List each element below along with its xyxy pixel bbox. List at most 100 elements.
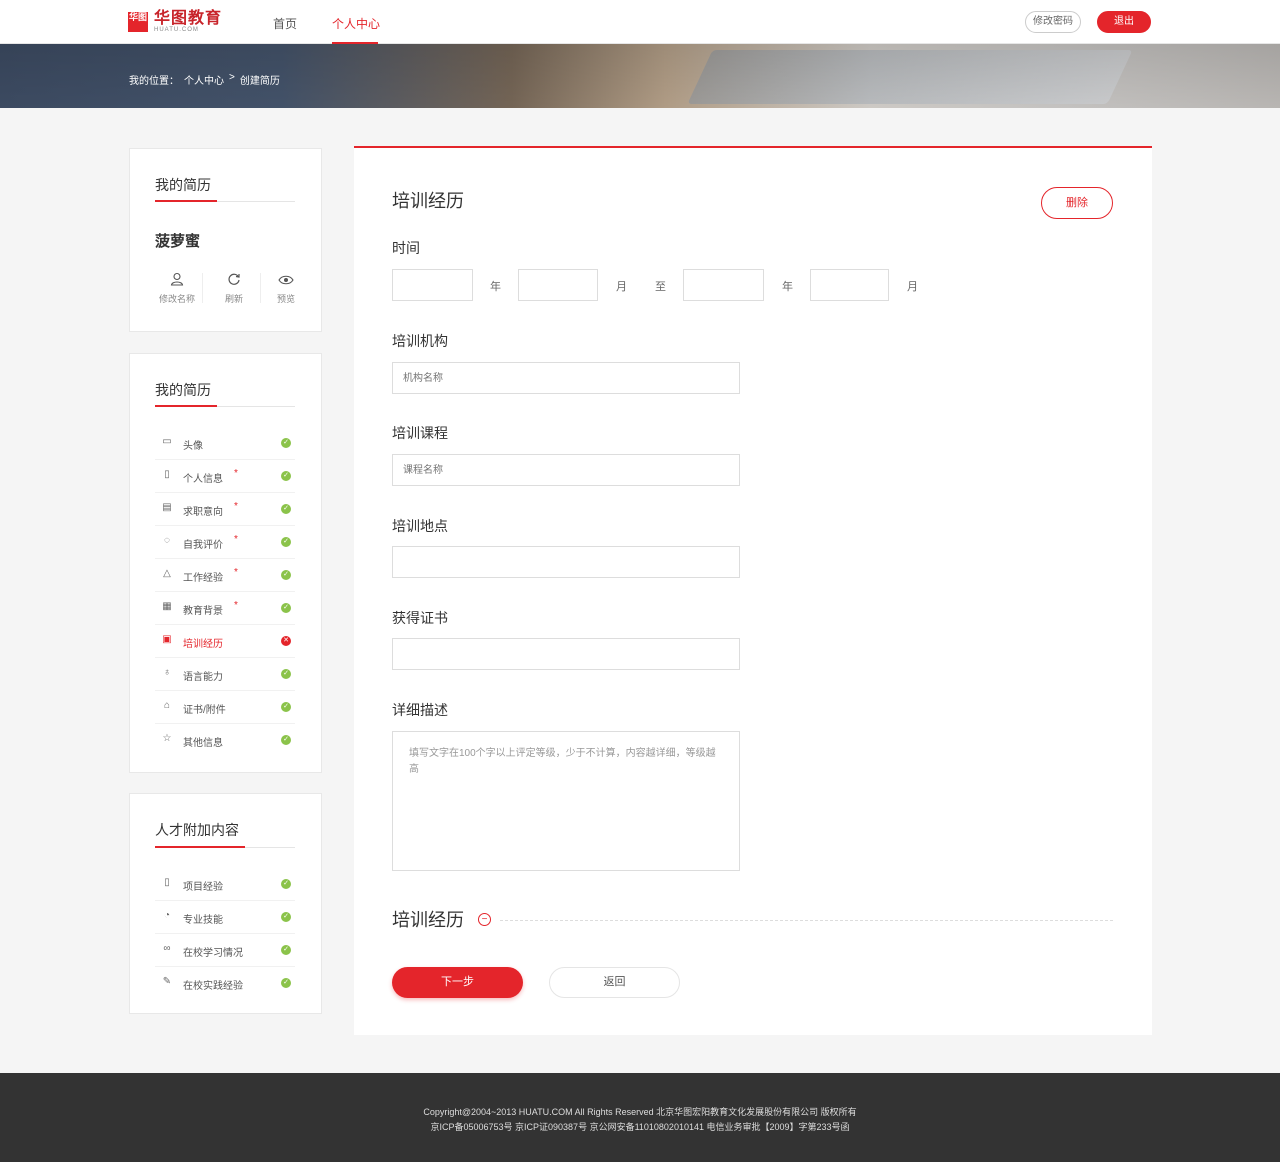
place-input[interactable] <box>392 546 740 578</box>
divider <box>260 273 261 303</box>
breadcrumb-personal-center[interactable]: 个人中心 <box>184 72 224 87</box>
description-label: 详细描述 <box>392 702 448 718</box>
check-icon: ✓ <box>281 669 291 679</box>
required-mark: * <box>234 501 238 512</box>
menu-item-job-intention[interactable]: ▤ 求职意向 * ✓ <box>155 493 295 526</box>
minus-circle-icon[interactable]: − <box>478 913 491 926</box>
eye-icon <box>262 272 310 290</box>
breadcrumb-create-resume: 创建简历 <box>239 76 280 87</box>
title-underline <box>155 846 245 848</box>
start-year-input[interactable] <box>392 269 473 301</box>
check-icon: ✓ <box>281 537 291 547</box>
course-input[interactable] <box>392 454 740 486</box>
add-training-title: 培训经历 <box>392 910 464 930</box>
menu-item-certificates[interactable]: ⌂ 证书/附件 ✓ <box>155 691 295 724</box>
rename-action[interactable]: 修改名称 <box>153 272 201 305</box>
nav-personal-center[interactable]: 个人中心 <box>332 15 380 32</box>
menu-item-label: 教育背景 <box>183 606 223 617</box>
extra-content-title: 人才附加内容 <box>155 822 239 838</box>
divider <box>202 273 203 303</box>
check-icon: ✓ <box>281 438 291 448</box>
resume-name: 菠萝蜜 <box>155 233 201 250</box>
start-month-input[interactable] <box>518 269 598 301</box>
award-icon: ⌂ <box>163 700 171 711</box>
check-icon: ✓ <box>281 978 291 988</box>
menu-item-label: 头像 <box>183 441 203 452</box>
menu-item-label: 工作经验 <box>183 573 223 584</box>
menu-item-self-evaluation[interactable]: ◌ 自我评价 * ✓ <box>155 526 295 559</box>
menu-item-label: 证书/附件 <box>183 705 226 716</box>
nav-home[interactable]: 首页 <box>273 15 297 32</box>
clipboard-icon: ▯ <box>164 877 170 888</box>
org-input[interactable] <box>392 362 740 394</box>
month-unit: 月 <box>907 281 918 293</box>
logo-text: 华图教育 HUATU.COM <box>154 11 222 34</box>
check-icon: ✓ <box>281 570 291 580</box>
menu-item-education[interactable]: ▦ 教育背景 * ✓ <box>155 592 295 625</box>
book-icon: ▦ <box>162 601 172 612</box>
menu-item-skills[interactable]: ◔ 专业技能 ✓ <box>155 901 295 934</box>
resume-sections-title: 我的简历 <box>155 382 211 398</box>
delete-button[interactable]: 删除 <box>1041 187 1113 219</box>
to-label: 至 <box>655 281 666 293</box>
mic-icon: ♁ <box>163 667 171 678</box>
menu-item-personal-info[interactable]: ▯ 个人信息 * ✓ <box>155 460 295 493</box>
breadcrumb-prefix: 我的位置： <box>129 76 179 87</box>
required-mark: * <box>234 567 238 578</box>
error-icon: ✕ <box>281 636 291 646</box>
title-underline <box>155 200 217 202</box>
preview-action[interactable]: 预览 <box>262 272 310 305</box>
refresh-label: 刷新 <box>224 294 243 304</box>
breadcrumb: 我的位置： 个人中心 > 创建简历 <box>129 72 280 87</box>
dashed-divider <box>500 920 1113 921</box>
time-label: 时间 <box>392 240 420 256</box>
description-textarea[interactable]: 填写文字在100个字以上评定等级，少于不计算，内容越详细，等级越高 <box>392 731 740 871</box>
thumb-icon: ◌ <box>164 535 170 546</box>
refresh-action[interactable]: 刷新 <box>210 272 258 305</box>
menu-item-training[interactable]: ▣ 培训经历 ✕ <box>155 625 295 658</box>
grid-icon: ▣ <box>162 634 172 645</box>
user-icon <box>153 272 201 290</box>
menu-item-school-practice[interactable]: ✎ 在校实践经验 ✓ <box>155 967 295 1000</box>
menu-item-language[interactable]: ♁ 语言能力 ✓ <box>155 658 295 691</box>
menu-item-label: 自我评价 <box>183 540 223 551</box>
change-password-button[interactable]: 修改密码 <box>1025 11 1081 33</box>
preview-label: 预览 <box>276 294 295 304</box>
menu-item-label: 培训经历 <box>183 639 223 650</box>
huatu-logo[interactable]: 华图 华图教育 HUATU.COM <box>128 11 222 33</box>
menu-item-avatar[interactable]: ▭ 头像 ✓ <box>155 427 295 460</box>
site-footer: Copyright@2004~2013 HUATU.COM All Rights… <box>0 1073 1280 1162</box>
check-icon: ✓ <box>281 504 291 514</box>
menu-item-label: 项目经验 <box>183 882 223 893</box>
year-unit: 年 <box>490 281 501 293</box>
menu-item-label: 在校学习情况 <box>183 948 243 959</box>
menu-item-label: 其他信息 <box>183 738 223 749</box>
menu-item-work-experience[interactable]: △ 工作经验 * ✓ <box>155 559 295 592</box>
thumbs-up-icon: ◔ <box>163 910 171 921</box>
section-title: 培训经历 <box>392 191 464 211</box>
menu-item-label: 个人信息 <box>183 474 223 485</box>
check-icon: ✓ <box>281 735 291 745</box>
id-card-icon: ▯ <box>164 469 170 480</box>
menu-item-school-study[interactable]: ∞ 在校学习情况 ✓ <box>155 934 295 967</box>
menu-item-label: 求职意向 <box>183 507 223 518</box>
rename-label: 修改名称 <box>158 294 195 304</box>
menu-item-other[interactable]: ☆ 其他信息 ✓ <box>155 724 295 757</box>
end-year-input[interactable] <box>683 269 764 301</box>
month-unit: 月 <box>616 281 627 293</box>
license-text: 京ICP备05006753号 京ICP证090387号 京公网安备1101080… <box>430 1122 850 1132</box>
menu-item-label: 专业技能 <box>183 915 223 926</box>
menu-item-project[interactable]: ▯ 项目经验 ✓ <box>155 868 295 901</box>
menu-item-label: 语言能力 <box>183 672 223 683</box>
training-form-panel: 培训经历 删除 时间 年 月 至 年 月 培训机构 培训课程 培训地点 获得证书… <box>354 146 1152 1035</box>
end-month-input[interactable] <box>810 269 889 301</box>
resume-sections-card: 我的简历 ▭ 头像 ✓ ▯ 个人信息 * ✓ ▤ 求职意向 * ✓ ◌ 自我评价… <box>129 353 322 773</box>
back-button[interactable]: 返回 <box>549 967 680 998</box>
required-mark: * <box>234 468 238 479</box>
required-mark: * <box>234 534 238 545</box>
logout-button[interactable]: 退出 <box>1097 11 1151 33</box>
bell-icon: △ <box>163 568 171 579</box>
certificate-input[interactable] <box>392 638 740 670</box>
check-icon: ✓ <box>281 945 291 955</box>
next-step-button[interactable]: 下一步 <box>392 967 523 998</box>
